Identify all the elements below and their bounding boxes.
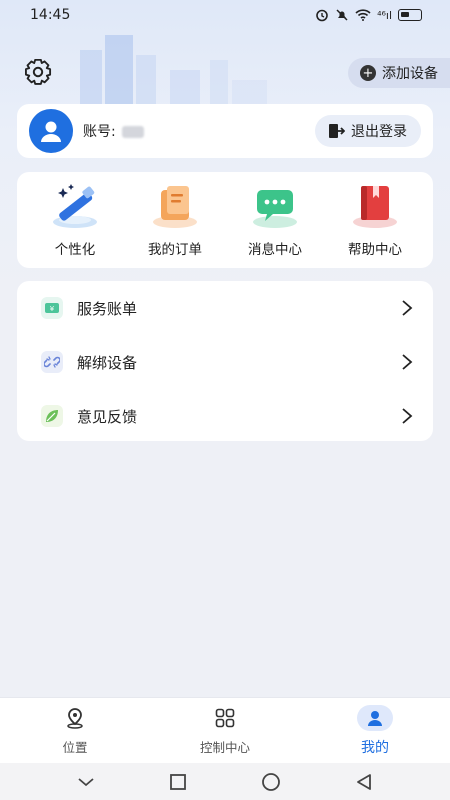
tab-control-center[interactable]: 控制中心 <box>150 698 300 763</box>
gear-icon <box>25 59 52 85</box>
account-value-masked <box>122 126 145 138</box>
system-navigation-bar <box>0 763 450 800</box>
tab-label: 位置 <box>62 740 88 755</box>
chevron-right-icon <box>402 300 413 316</box>
account-label-text: 账号: <box>83 124 116 140</box>
status-time: 14:45 <box>30 7 71 23</box>
feedback-leaf-icon <box>41 405 63 427</box>
menu-item-unbind-device[interactable]: 解绑设备 <box>17 335 433 389</box>
help-book-icon <box>353 186 397 228</box>
logout-button[interactable]: 退出登录 <box>315 115 421 147</box>
avatar[interactable] <box>29 109 73 153</box>
tab-label: 我的 <box>361 739 389 756</box>
shortcut-personalize[interactable]: 个性化 <box>30 182 120 258</box>
message-icon <box>253 190 297 228</box>
recent-apps-square-icon[interactable] <box>169 773 187 791</box>
account-label: 账号: <box>83 121 145 141</box>
settings-button[interactable] <box>24 58 54 88</box>
status-icons: ⁴⁶ıl <box>315 8 422 22</box>
account-card: 账号: 退出登录 <box>17 104 433 158</box>
menu-label: 解绑设备 <box>77 353 138 372</box>
home-circle-icon[interactable] <box>261 772 281 792</box>
order-icon <box>153 186 197 228</box>
menu-label: 意见反馈 <box>77 407 138 426</box>
shortcut-help-center[interactable]: 帮助中心 <box>330 182 420 258</box>
tab-mine[interactable]: 我的 <box>300 698 450 763</box>
menu-item-feedback[interactable]: 意见反馈 <box>17 389 433 443</box>
chevron-right-icon <box>402 408 413 424</box>
menu-item-service-bill[interactable]: ¥ 服务账单 <box>17 281 433 335</box>
tab-location[interactable]: 位置 <box>0 698 150 763</box>
shortcut-label: 帮助中心 <box>348 242 402 258</box>
tab-label: 控制中心 <box>199 740 250 755</box>
grid-icon <box>212 705 238 731</box>
shortcut-label: 消息中心 <box>248 242 302 258</box>
unlink-icon <box>41 351 63 373</box>
chevron-down-icon[interactable] <box>77 776 95 788</box>
chevron-right-icon <box>402 354 413 370</box>
alarm-icon <box>316 9 328 22</box>
shortcut-label: 我的订单 <box>148 242 202 258</box>
mute-icon <box>336 9 348 21</box>
shortcut-card: 个性化 我的订单 消息中心 帮助中心 <box>17 172 433 268</box>
logout-label: 退出登录 <box>351 124 407 140</box>
menu-label: 服务账单 <box>77 299 138 318</box>
shortcut-message-center[interactable]: 消息中心 <box>230 182 320 258</box>
plus-icon: + <box>360 65 376 81</box>
signal-icon: ⁴⁶ıl <box>377 8 392 22</box>
city-buildings-illustration <box>80 35 267 110</box>
user-icon <box>41 121 61 142</box>
location-icon <box>62 705 88 731</box>
add-device-button[interactable]: + 添加设备 <box>348 58 450 88</box>
bill-icon: ¥ <box>41 297 63 319</box>
logout-icon <box>329 124 345 138</box>
menu-card: ¥ 服务账单 解绑设备 意见反馈 <box>17 281 433 441</box>
magic-wand-icon <box>53 184 97 228</box>
wifi-icon <box>355 9 371 21</box>
profile-icon <box>357 704 393 731</box>
shortcut-label: 个性化 <box>54 242 96 258</box>
shortcut-my-orders[interactable]: 我的订单 <box>130 182 220 258</box>
bottom-tab-bar: 位置 控制中心 我的 <box>0 697 450 763</box>
svg-text:¥: ¥ <box>50 305 55 313</box>
battery-icon <box>398 9 422 21</box>
status-bar: 14:45 ⁴⁶ıl <box>0 0 450 30</box>
add-device-label: 添加设备 <box>382 66 438 82</box>
back-triangle-icon[interactable] <box>355 773 373 791</box>
